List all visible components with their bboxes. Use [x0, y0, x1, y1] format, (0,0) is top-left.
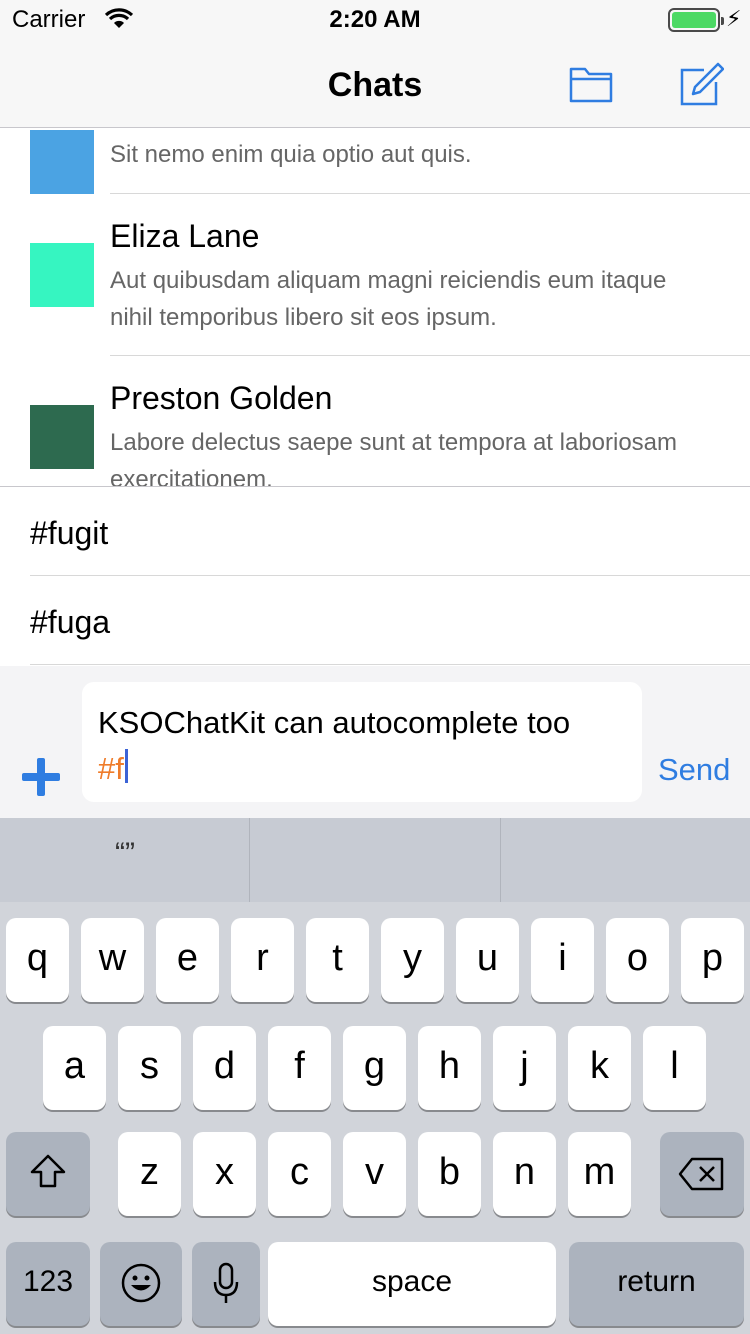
delete-icon — [678, 1157, 724, 1191]
suggestion-item[interactable] — [501, 818, 750, 902]
key-d[interactable]: d — [193, 1026, 256, 1110]
suggestion-item[interactable] — [250, 818, 500, 902]
key-x[interactable]: x — [193, 1132, 256, 1216]
keyboard: “” qwertyuiop asdfghjkl zxcvbnm 123 space — [0, 818, 750, 1334]
page-title: Chats — [327, 66, 423, 104]
shift-key[interactable] — [6, 1132, 90, 1216]
chat-row[interactable]: Eliza Lane Aut quibusdam aliquam magni r… — [0, 194, 750, 356]
key-u[interactable]: u — [456, 918, 519, 1002]
avatar — [30, 405, 94, 469]
microphone-icon — [213, 1262, 239, 1303]
chat-name: Eliza Lane — [110, 218, 260, 254]
key-s[interactable]: s — [118, 1026, 181, 1110]
message-input[interactable]: KSOChatKit can autocomplete too #f — [82, 682, 642, 802]
key-q[interactable]: q — [6, 918, 69, 1002]
avatar — [30, 243, 94, 307]
key-o[interactable]: o — [606, 918, 669, 1002]
chat-list[interactable]: Sit nemo enim quia optio aut quis. Eliza… — [0, 128, 750, 486]
delete-key[interactable] — [660, 1132, 744, 1216]
key-i[interactable]: i — [531, 918, 594, 1002]
charging-icon: ⚡ — [726, 6, 742, 31]
send-button[interactable]: Send — [658, 752, 730, 788]
status-bar: Carrier 2:20 AM ⚡ — [0, 0, 750, 40]
compose-icon[interactable] — [678, 62, 724, 108]
emoji-key[interactable] — [100, 1242, 182, 1326]
key-t[interactable]: t — [306, 918, 369, 1002]
key-j[interactable]: j — [493, 1026, 556, 1110]
chat-row[interactable]: Sit nemo enim quia optio aut quis. — [0, 128, 750, 194]
message-text: KSOChatKit can autocomplete too — [98, 705, 571, 740]
autocomplete-item[interactable]: #fuga — [0, 576, 750, 665]
key-r[interactable]: r — [231, 918, 294, 1002]
key-z[interactable]: z — [118, 1132, 181, 1216]
emoji-icon — [121, 1263, 161, 1303]
key-c[interactable]: c — [268, 1132, 331, 1216]
battery-icon — [668, 8, 724, 32]
key-w[interactable]: w — [81, 918, 144, 1002]
shift-icon — [30, 1154, 66, 1188]
hashtag-token: #f — [98, 751, 124, 786]
plus-icon[interactable] — [20, 756, 62, 798]
microphone-key[interactable] — [192, 1242, 260, 1326]
autocomplete-label: #fugit — [30, 515, 109, 551]
chat-name: Preston Golden — [110, 380, 333, 416]
suggestion-item[interactable]: “” — [0, 818, 250, 902]
key-b[interactable]: b — [418, 1132, 481, 1216]
key-f[interactable]: f — [268, 1026, 331, 1110]
key-k[interactable]: k — [568, 1026, 631, 1110]
composer-bar: KSOChatKit can autocomplete too #f Send — [0, 666, 750, 818]
key-n[interactable]: n — [493, 1132, 556, 1216]
chat-row[interactable]: Preston Golden Labore delectus saepe sun… — [0, 356, 750, 486]
navigation-bar: Carrier 2:20 AM ⚡ Chats — [0, 0, 750, 128]
chat-preview: Aut quibusdam aliquam magni reiciendis e… — [110, 267, 667, 331]
text-caret — [124, 749, 128, 783]
key-m[interactable]: m — [568, 1132, 631, 1216]
autocomplete-label: #fuga — [30, 604, 111, 640]
key-p[interactable]: p — [681, 918, 744, 1002]
chat-preview: Labore delectus saepe sunt at tempora at… — [110, 429, 678, 486]
autocomplete-list: #fugit #fuga — [0, 486, 750, 666]
autocomplete-item[interactable]: #fugit — [0, 487, 750, 576]
key-a[interactable]: a — [43, 1026, 106, 1110]
key-e[interactable]: e — [156, 918, 219, 1002]
suggestion-bar: “” — [0, 818, 750, 902]
status-time: 2:20 AM — [329, 6, 421, 33]
key-l[interactable]: l — [643, 1026, 706, 1110]
key-g[interactable]: g — [343, 1026, 406, 1110]
folder-icon[interactable] — [568, 62, 614, 108]
chat-preview: Sit nemo enim quia optio aut quis. — [110, 141, 472, 168]
space-key[interactable]: space — [268, 1242, 556, 1326]
return-key[interactable]: return — [569, 1242, 744, 1326]
avatar — [30, 130, 94, 194]
key-v[interactable]: v — [343, 1132, 406, 1216]
key-h[interactable]: h — [418, 1026, 481, 1110]
numbers-key[interactable]: 123 — [6, 1242, 90, 1326]
key-y[interactable]: y — [381, 918, 444, 1002]
